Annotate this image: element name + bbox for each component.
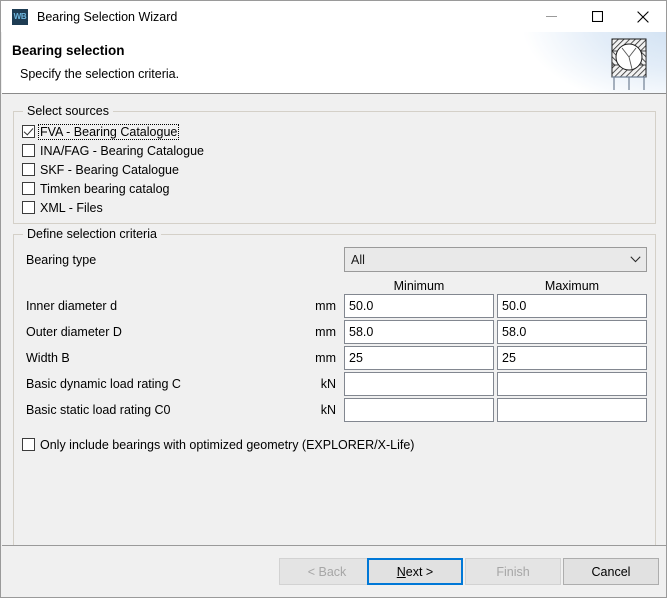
input-dynamic-load-rating-max[interactable] <box>497 372 647 396</box>
input-dynamic-load-rating-min[interactable] <box>344 372 494 396</box>
bearing-cross-section-graphic <box>603 37 655 91</box>
minimize-button[interactable] <box>528 1 574 32</box>
input-inner-diameter-max[interactable]: 50.0 <box>497 294 647 318</box>
source-label-fva: FVA - Bearing Catalogue <box>39 125 178 139</box>
input-static-load-rating-min[interactable] <box>344 398 494 422</box>
checkbox-fva[interactable] <box>22 125 35 138</box>
dialog-body: Select sources FVA - Bearing Catalogue I… <box>2 95 667 545</box>
select-sources-group: Select sources FVA - Bearing Catalogue I… <box>13 111 656 224</box>
source-label-ina-fag: INA/FAG - Bearing Catalogue <box>39 144 205 158</box>
input-width-min[interactable]: 25 <box>344 346 494 370</box>
source-row-ina-fag[interactable]: INA/FAG - Bearing Catalogue <box>22 141 205 160</box>
bearing-type-value: All <box>345 253 624 267</box>
optimized-geometry-row[interactable]: Only include bearings with optimized geo… <box>22 435 415 454</box>
input-outer-diameter-max[interactable]: 58.0 <box>497 320 647 344</box>
next-button[interactable]: Next > <box>367 558 463 585</box>
source-row-fva[interactable]: FVA - Bearing Catalogue <box>22 122 178 141</box>
select-sources-legend: Select sources <box>23 104 113 118</box>
source-row-timken[interactable]: Timken bearing catalog <box>22 179 170 198</box>
window-controls <box>528 1 666 32</box>
define-criteria-legend: Define selection criteria <box>23 227 161 241</box>
define-selection-criteria-group: Define selection criteria Bearing type A… <box>13 234 656 562</box>
dialog-footer: < Back Next > Finish Cancel <box>2 545 667 598</box>
bearing-type-label: Bearing type <box>26 253 96 267</box>
source-label-timken: Timken bearing catalog <box>39 182 170 196</box>
label-dynamic-load-rating: Basic dynamic load rating C <box>26 377 181 391</box>
checkbox-ina-fag[interactable] <box>22 144 35 157</box>
checkbox-optimized-geometry[interactable] <box>22 438 35 451</box>
unit-width: mm <box>302 351 336 365</box>
page-subtitle: Specify the selection criteria. <box>20 67 179 81</box>
close-button[interactable] <box>620 1 666 32</box>
chevron-down-icon <box>624 256 646 263</box>
page-title: Bearing selection <box>12 43 125 58</box>
unit-outer-diameter: mm <box>302 325 336 339</box>
maximize-button[interactable] <box>574 1 620 32</box>
column-header-minimum: Minimum <box>344 279 494 293</box>
source-row-skf[interactable]: SKF - Bearing Catalogue <box>22 160 180 179</box>
finish-button[interactable]: Finish <box>465 558 561 585</box>
source-row-xml[interactable]: XML - Files <box>22 198 104 217</box>
cancel-button[interactable]: Cancel <box>563 558 659 585</box>
optimized-geometry-label: Only include bearings with optimized geo… <box>39 438 415 452</box>
source-label-skf: SKF - Bearing Catalogue <box>39 163 180 177</box>
source-label-xml: XML - Files <box>39 201 104 215</box>
unit-inner-diameter: mm <box>302 299 336 313</box>
input-width-max[interactable]: 25 <box>497 346 647 370</box>
label-inner-diameter: Inner diameter d <box>26 299 117 313</box>
app-icon-wb: WB <box>12 9 28 25</box>
input-outer-diameter-min[interactable]: 58.0 <box>344 320 494 344</box>
bearing-selection-wizard-dialog: WB Bearing Selection Wizard Bearing sele… <box>0 0 667 598</box>
label-outer-diameter: Outer diameter D <box>26 325 122 339</box>
next-button-label: ext > <box>406 565 433 579</box>
back-button[interactable]: < Back <box>279 558 375 585</box>
title-bar: WB Bearing Selection Wizard <box>1 1 666 32</box>
label-static-load-rating: Basic static load rating C0 <box>26 403 171 417</box>
checkbox-timken[interactable] <box>22 182 35 195</box>
checkbox-skf[interactable] <box>22 163 35 176</box>
checkbox-xml[interactable] <box>22 201 35 214</box>
label-width: Width B <box>26 351 70 365</box>
input-static-load-rating-max[interactable] <box>497 398 647 422</box>
bearing-type-select[interactable]: All <box>344 247 647 272</box>
column-header-maximum: Maximum <box>497 279 647 293</box>
wizard-header: Bearing selection Specify the selection … <box>2 32 667 94</box>
next-button-accelerator: N <box>397 565 406 579</box>
unit-static-load-rating: kN <box>302 403 336 417</box>
unit-dynamic-load-rating: kN <box>302 377 336 391</box>
window-title: Bearing Selection Wizard <box>37 10 177 24</box>
input-inner-diameter-min[interactable]: 50.0 <box>344 294 494 318</box>
